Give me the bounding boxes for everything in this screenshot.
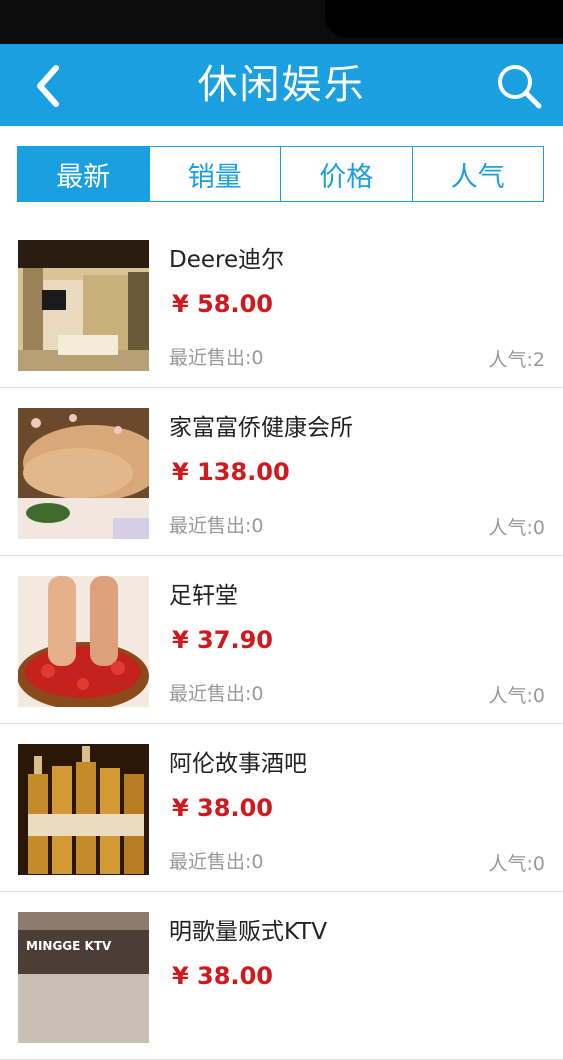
massage-image: [18, 408, 149, 539]
ktv-sign-text: MINGGE KTV: [26, 939, 112, 953]
storefront-image: [18, 240, 149, 371]
item-price: ¥ 58.00: [172, 290, 273, 318]
tab-popularity[interactable]: 人气: [413, 147, 544, 201]
item-name: 明歌量贩式KTV: [169, 919, 328, 945]
status-bar: [0, 0, 563, 44]
item-price: ¥ 38.00: [172, 794, 273, 822]
beer-bottles-image: [18, 744, 149, 875]
item-popularity: 人气:2: [488, 349, 546, 371]
sort-tabs: 最新 销量 价格 人气: [17, 146, 544, 202]
item-price: ¥ 138.00: [172, 458, 290, 486]
item-recent-sales: 最近售出:0: [169, 515, 264, 537]
item-popularity: 人气:0: [488, 685, 546, 707]
status-notch: [325, 0, 563, 38]
item-popularity: 人气:0: [488, 853, 546, 875]
item-recent-sales: 最近售出:0: [169, 683, 264, 705]
item-name: 足轩堂: [169, 583, 238, 609]
tab-latest[interactable]: 最新: [18, 147, 150, 201]
search-button[interactable]: [493, 60, 545, 112]
item-name: 阿伦故事酒吧: [169, 751, 307, 777]
header-bar: 休闲娱乐: [0, 44, 563, 126]
tab-sales[interactable]: 销量: [150, 147, 281, 201]
list-item[interactable]: 家富富侨健康会所 ¥ 138.00 最近售出:0 人气:0: [0, 388, 563, 556]
page-title: 休闲娱乐: [197, 62, 366, 108]
item-popularity: 人气:0: [488, 517, 546, 539]
list-item[interactable]: 阿伦故事酒吧 ¥ 38.00 最近售出:0 人气:0: [0, 724, 563, 892]
list-item[interactable]: 足轩堂 ¥ 37.90 最近售出:0 人气:0: [0, 556, 563, 724]
list-item[interactable]: Deere迪尔 ¥ 58.00 最近售出:0 人气:2: [0, 220, 563, 388]
ktv-sign-image: MINGGE KTV: [18, 912, 149, 1043]
item-recent-sales: 最近售出:0: [169, 347, 264, 369]
merchant-list: Deere迪尔 ¥ 58.00 最近售出:0 人气:2 家富富侨健康会所 ¥ 1…: [0, 220, 563, 1060]
item-price: ¥ 38.00: [172, 962, 273, 990]
item-name: Deere迪尔: [169, 247, 285, 273]
item-name: 家富富侨健康会所: [169, 415, 353, 441]
list-item[interactable]: MINGGE KTV 明歌量贩式KTV ¥ 38.00: [0, 892, 563, 1060]
item-price: ¥ 37.90: [172, 626, 273, 654]
search-icon: [498, 65, 542, 109]
foot-spa-image: [18, 576, 149, 707]
tab-price[interactable]: 价格: [281, 147, 413, 201]
item-recent-sales: 最近售出:0: [169, 851, 264, 873]
